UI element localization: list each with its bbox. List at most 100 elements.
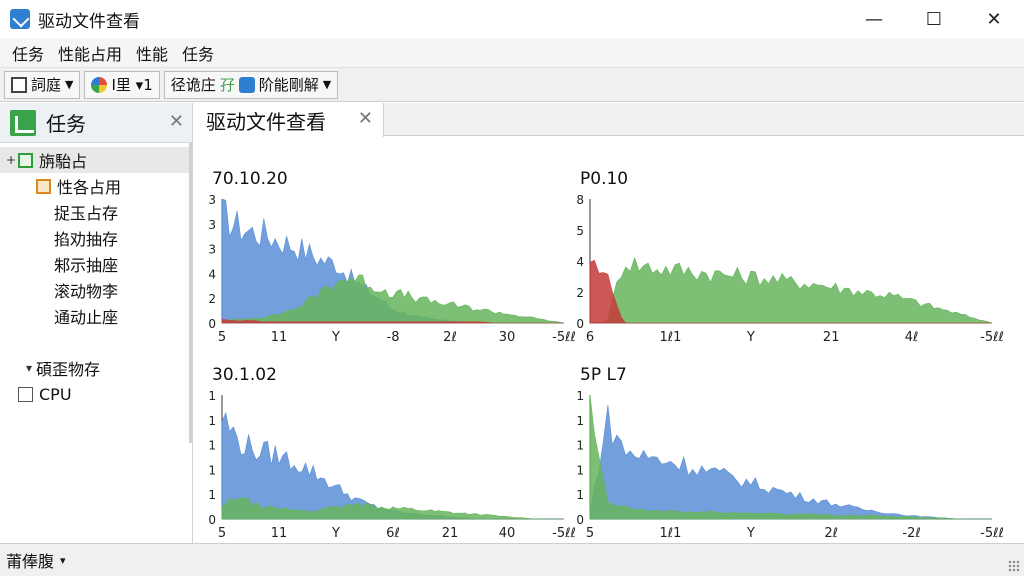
y-tick-label: 5 [576,224,584,238]
menu-item-task-2[interactable]: 任务 [175,41,221,65]
chart-plot: 0 1 1 1 1 1 5 1ℓ1 Y 2ℓ -2ℓ -5ℓℓ [576,389,1004,541]
y-tick-label: 3 [208,218,216,232]
toolbar-green-glyph: 孖 [219,76,235,94]
x-tick-label: 30 [499,330,516,345]
y-tick-label: 8 [576,193,584,207]
tree-item[interactable]: 捉玉占存 [0,199,192,225]
x-tick-label: 4ℓ [905,330,919,345]
toolbar-action-label: 径诡庄 [170,76,216,94]
tree-item-label: CPU [39,384,72,404]
chart-4: 5P L7 0 1 1 1 1 1 5 1ℓ1 Y 2ℓ -2ℓ -5ℓℓ [562,365,1003,555]
x-tick-label: 6 [586,330,594,345]
tree-item[interactable]: CPU [0,381,192,407]
x-tick-label: 5 [218,330,226,345]
list-icon [11,76,27,93]
chevron-down-icon[interactable]: ▾ [60,554,66,567]
maximize-button[interactable]: ☐ [904,0,964,38]
y-tick-label: 2 [576,286,584,300]
tree-item[interactable]: + 旃駘占 [0,147,192,173]
orange-box-icon [36,178,51,194]
y-tick-label: 3 [208,193,216,207]
toolbar: 詞庭 ▼ I里 ▾1 径诡庄 孖 阶能剛解 ▼ [0,68,1024,102]
x-tick-label: -8 [387,330,400,345]
tree-item-label: 捉玉占存 [54,204,119,223]
toolbar-view-label: 詞庭 [31,76,62,94]
y-tick-label: 1 [576,463,584,477]
tab-driver-view[interactable]: 驱动文件查看 ✕ [194,103,384,137]
x-tick-label: 21 [442,526,459,541]
chart-title: 30.1.02 [212,365,277,385]
x-tick-label: 6ℓ [386,526,400,541]
resize-grip-icon[interactable] [1008,560,1020,572]
panel-close-icon[interactable]: ✕ [169,111,184,132]
y-tick-label: 1 [576,414,584,428]
tree-item[interactable]: 邾示抽座 [0,251,192,277]
menu-item-task[interactable]: 任务 [0,41,51,65]
y-tick-label: 1 [576,488,584,502]
y-tick-label: 1 [208,488,216,502]
y-tick-label: 1 [208,463,216,477]
tree-item-label: 滚动物李 [54,282,119,301]
chart-logo-icon [10,109,36,136]
window-title: 驱动文件查看 [38,11,140,32]
chart-plot: 0 2 4 5 8 6 1ℓ1 Y 21 4ℓ -5ℓℓ [576,193,1004,345]
chart-1: 70.10.20 0 2 4 3 3 3 5 11 Y -8 2ℓ 30 -5ℓℓ [194,169,594,359]
x-tick-label: 2ℓ [824,526,838,541]
y-tick-label: 0 [208,513,216,527]
x-tick-label: 1ℓ1 [659,330,681,345]
color-wheel-icon [91,76,108,93]
toolbar-view-dropdown[interactable]: 詞庭 ▼ [4,70,81,99]
x-tick-label: 5 [586,526,594,541]
tree-item-label: 掐劝抽存 [54,230,119,249]
tree-expander-icon[interactable]: + [4,153,18,167]
minimize-button[interactable]: — [844,0,904,38]
chart-3: 30.1.02 0 1 1 1 1 1 5 11 Y 6ℓ 21 40 -5ℓℓ [194,365,594,555]
tab-close-icon[interactable]: ✕ [358,108,373,129]
series-area [589,404,992,520]
tree-item-label: 性各占用 [57,178,122,197]
tree-item[interactable]: ▾ 碩歪物存 [0,355,192,381]
x-tick-label: -2ℓ [902,526,920,541]
drive-icon [238,76,255,93]
vertical-scrollbar[interactable] [189,143,192,443]
chart-2: P0.10 0 2 4 5 8 6 1ℓ1 Y 21 4ℓ -5ℓℓ [562,169,1003,359]
tree-item-label: 通动止座 [54,308,119,327]
status-text: 莆俸腹 [6,552,55,571]
x-tick-label: Y [746,526,755,541]
x-tick-label: -5ℓℓ [980,526,1004,541]
task-tree: + 旃駘占性各占用捉玉占存掐劝抽存邾示抽座滚动物李通动止座 ▾ 碩歪物存 CPU [0,143,192,407]
chart-plot: 0111115 11 Y 6ℓ 21 40 -5ℓℓ [208,389,575,541]
chevron-down-icon: ▼ [65,78,74,91]
y-tick-label: 1 [208,389,216,403]
app-icon [10,9,30,29]
x-tick-label: Y [331,330,340,345]
menu-item-performance-usage[interactable]: 性能占用 [51,41,129,65]
y-tick-label: 1 [208,439,216,453]
green-box-icon [18,152,33,168]
x-tick-label: 21 [823,330,840,345]
x-tick-label: 11 [271,526,288,541]
x-tick-label: -5ℓℓ [980,330,1004,345]
x-tick-label: 11 [271,330,288,345]
menu-item-performance[interactable]: 性能 [129,41,175,65]
document-area: 驱动文件查看 ✕ 70.10.20 0 2 4 3 3 3 5 11 Y -8 2ℓ 30 -5ℓℓ P… [194,103,1024,543]
tree-item[interactable]: 滚动物李 [0,277,192,303]
y-tick-label: 1 [208,414,216,428]
toolbar-action-group[interactable]: 径诡庄 孖 阶能剛解 ▼ [163,70,339,99]
y-tick-label: 0 [576,513,584,527]
tree-item[interactable]: 性各占用 [0,173,192,199]
tree-item[interactable]: 掐劝抽存 [0,225,192,251]
tree-expander-icon[interactable]: ▾ [22,361,36,375]
x-tick-label: 1ℓ1 [659,526,681,541]
series-area [221,411,564,520]
y-tick-label: 2 [208,292,216,306]
tree-item[interactable]: 通动止座 [0,303,192,329]
title-bar: 驱动文件查看 — ☐ ✕ [0,0,1024,38]
y-tick-label: 1 [576,439,584,453]
x-tick-label: 5 [218,526,226,541]
toolbar-color-dropdown[interactable]: I里 ▾1 [84,70,160,99]
x-tick-label: 40 [499,526,516,541]
task-panel: 任务 ✕ + 旃駘占 性各占用 捉玉占存 掐劝抽存 邾示抽座 滚动物李 通动止座 ▾ 碩歪物存 CP… [0,103,193,543]
close-button[interactable]: ✕ [964,0,1024,38]
tree-item-label: 碩歪物存 [36,360,101,379]
